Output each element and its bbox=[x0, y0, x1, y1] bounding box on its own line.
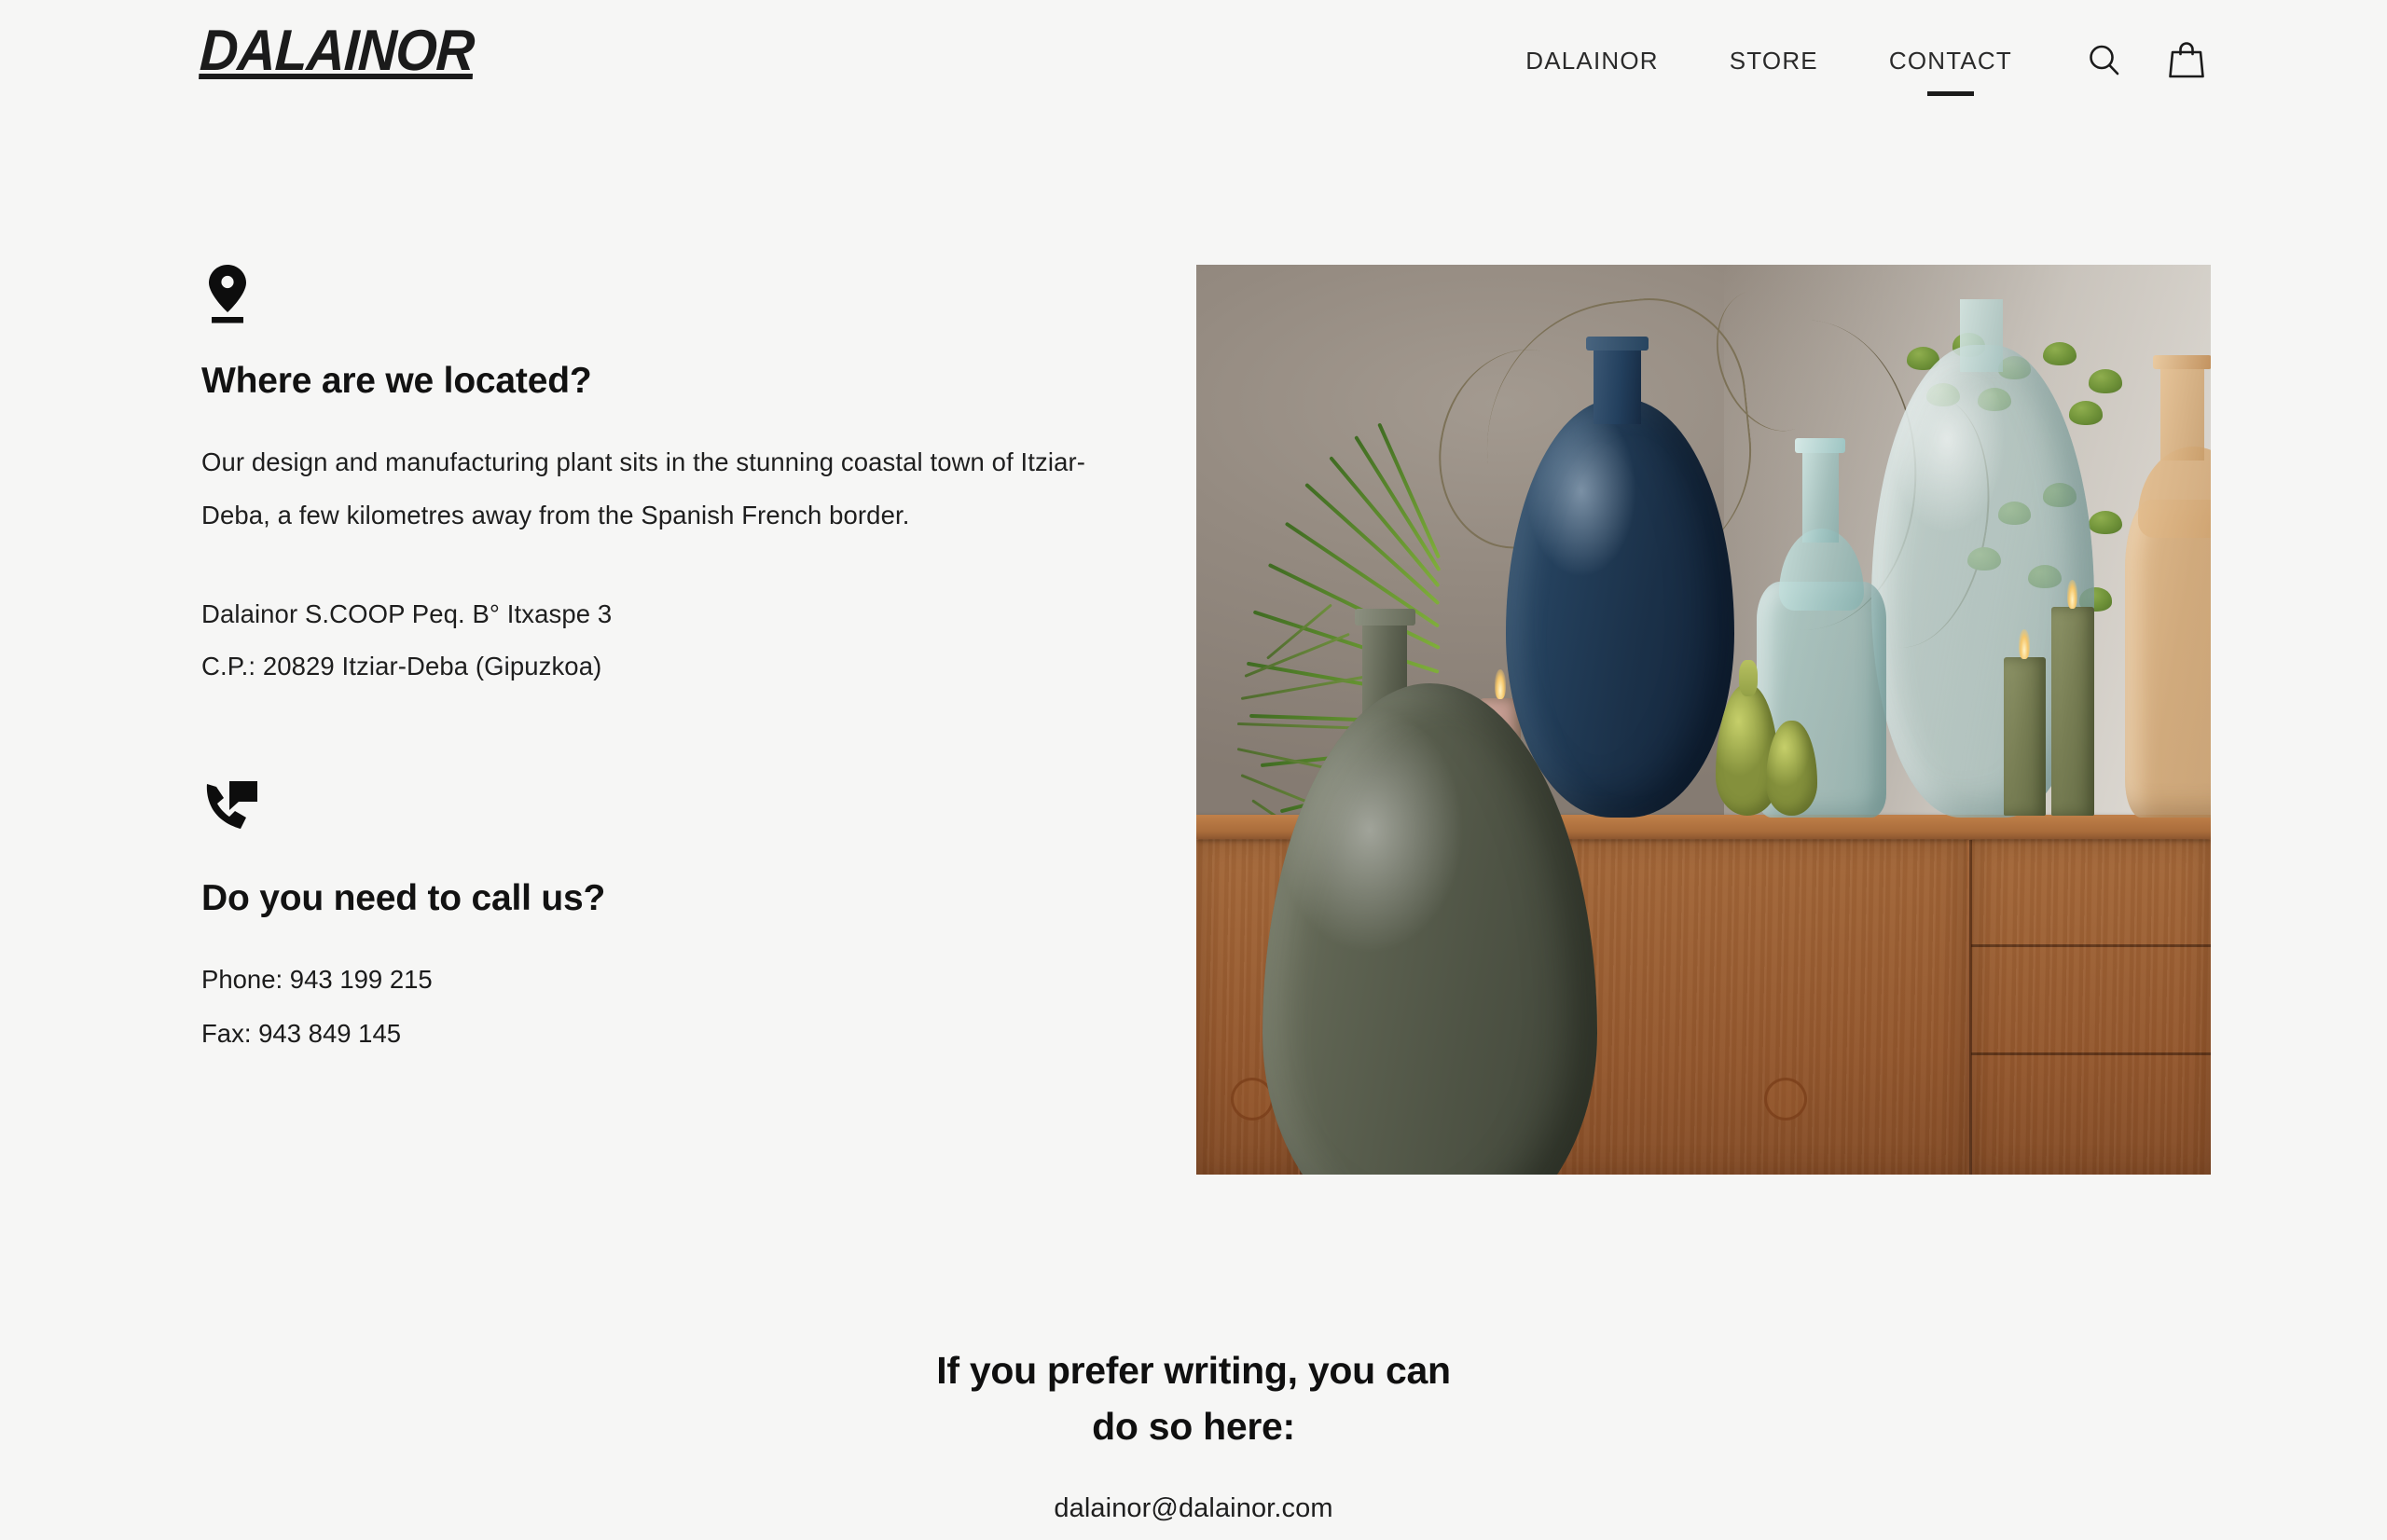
fax-line: Fax: 943 849 145 bbox=[201, 1018, 402, 1048]
navy-vase-neck bbox=[1594, 341, 1641, 424]
phone-in-talk-icon bbox=[201, 778, 1134, 846]
address-line: C.P.: 20829 Itziar-Deba (Gipuzkoa) bbox=[201, 651, 602, 681]
candle-flame bbox=[1494, 669, 1506, 699]
vine-leaf bbox=[2068, 401, 2103, 425]
brand-logo[interactable]: DALAINOR bbox=[199, 19, 476, 83]
nav-item-dalainor[interactable]: DALAINOR bbox=[1490, 47, 1694, 76]
navy-demijohn-vase bbox=[1505, 399, 1734, 818]
amber-glass-bottle bbox=[2124, 499, 2211, 818]
contact-email-link[interactable]: dalainor@dalainor.com bbox=[1054, 1493, 1332, 1524]
olive-candle-tall bbox=[2051, 607, 2094, 817]
candle-flame bbox=[2019, 629, 2031, 659]
location-title: Where are we located? bbox=[201, 361, 592, 401]
amber-bottle-lip bbox=[2152, 354, 2211, 370]
phone-line: Phone: 943 199 215 bbox=[201, 964, 433, 994]
writing-heading-line-1: If you prefer writing, you can bbox=[936, 1349, 1451, 1392]
address-line: Dalainor S.COOP Peq. B° Itxaspe 3 bbox=[201, 598, 613, 628]
contact-info-column: Where are we located? Our design and man… bbox=[201, 261, 1134, 1061]
photo-scene bbox=[1196, 265, 2211, 1175]
olive-candle-short bbox=[2004, 656, 2046, 817]
shopping-bag-icon[interactable] bbox=[2161, 35, 2212, 86]
amber-bottle-neck bbox=[2159, 360, 2205, 461]
location-pin-icon bbox=[201, 261, 1134, 328]
site-header: DALAINOR DALAINOR STORE CONTACT bbox=[0, 0, 2387, 140]
aqua-bottle-neck bbox=[1801, 447, 1839, 543]
phone-lines: Phone: 943 199 215 Fax: 943 849 145 bbox=[201, 953, 1134, 1061]
pale-vase-neck bbox=[1960, 299, 2003, 373]
contact-photo bbox=[1196, 265, 2211, 1175]
candle-flame bbox=[2066, 579, 2078, 609]
main-navigation: DALAINOR STORE CONTACT bbox=[1490, 35, 2212, 86]
location-paragraph: Our design and manufacturing plant sits … bbox=[201, 447, 1086, 529]
phone-block: Do you need to call us? Phone: 943 199 2… bbox=[201, 778, 1134, 1061]
contact-main: Where are we located? Our design and man… bbox=[0, 140, 2387, 1258]
address-lines: Dalainor S.COOP Peq. B° Itxaspe 3 C.P.: … bbox=[201, 588, 1134, 693]
aqua-bottle-lip bbox=[1794, 438, 1846, 454]
nav-item-contact[interactable]: CONTACT bbox=[1854, 47, 2048, 76]
vine-leaf bbox=[2043, 341, 2077, 366]
phone-title: Do you need to call us? bbox=[201, 877, 606, 918]
writing-section: If you prefer writing, you can do so her… bbox=[0, 1342, 2387, 1524]
writing-heading: If you prefer writing, you can do so her… bbox=[0, 1342, 2387, 1454]
nav-item-store[interactable]: STORE bbox=[1694, 47, 1854, 76]
search-icon[interactable] bbox=[2079, 35, 2130, 86]
writing-heading-line-2: do so here: bbox=[1092, 1405, 1295, 1448]
olive-vase-lip bbox=[1354, 608, 1415, 626]
vine-leaf bbox=[2089, 369, 2123, 393]
location-block: Where are we located? Our design and man… bbox=[201, 261, 1134, 693]
pear-stem bbox=[1739, 659, 1758, 696]
navy-vase-lip bbox=[1585, 337, 1649, 351]
